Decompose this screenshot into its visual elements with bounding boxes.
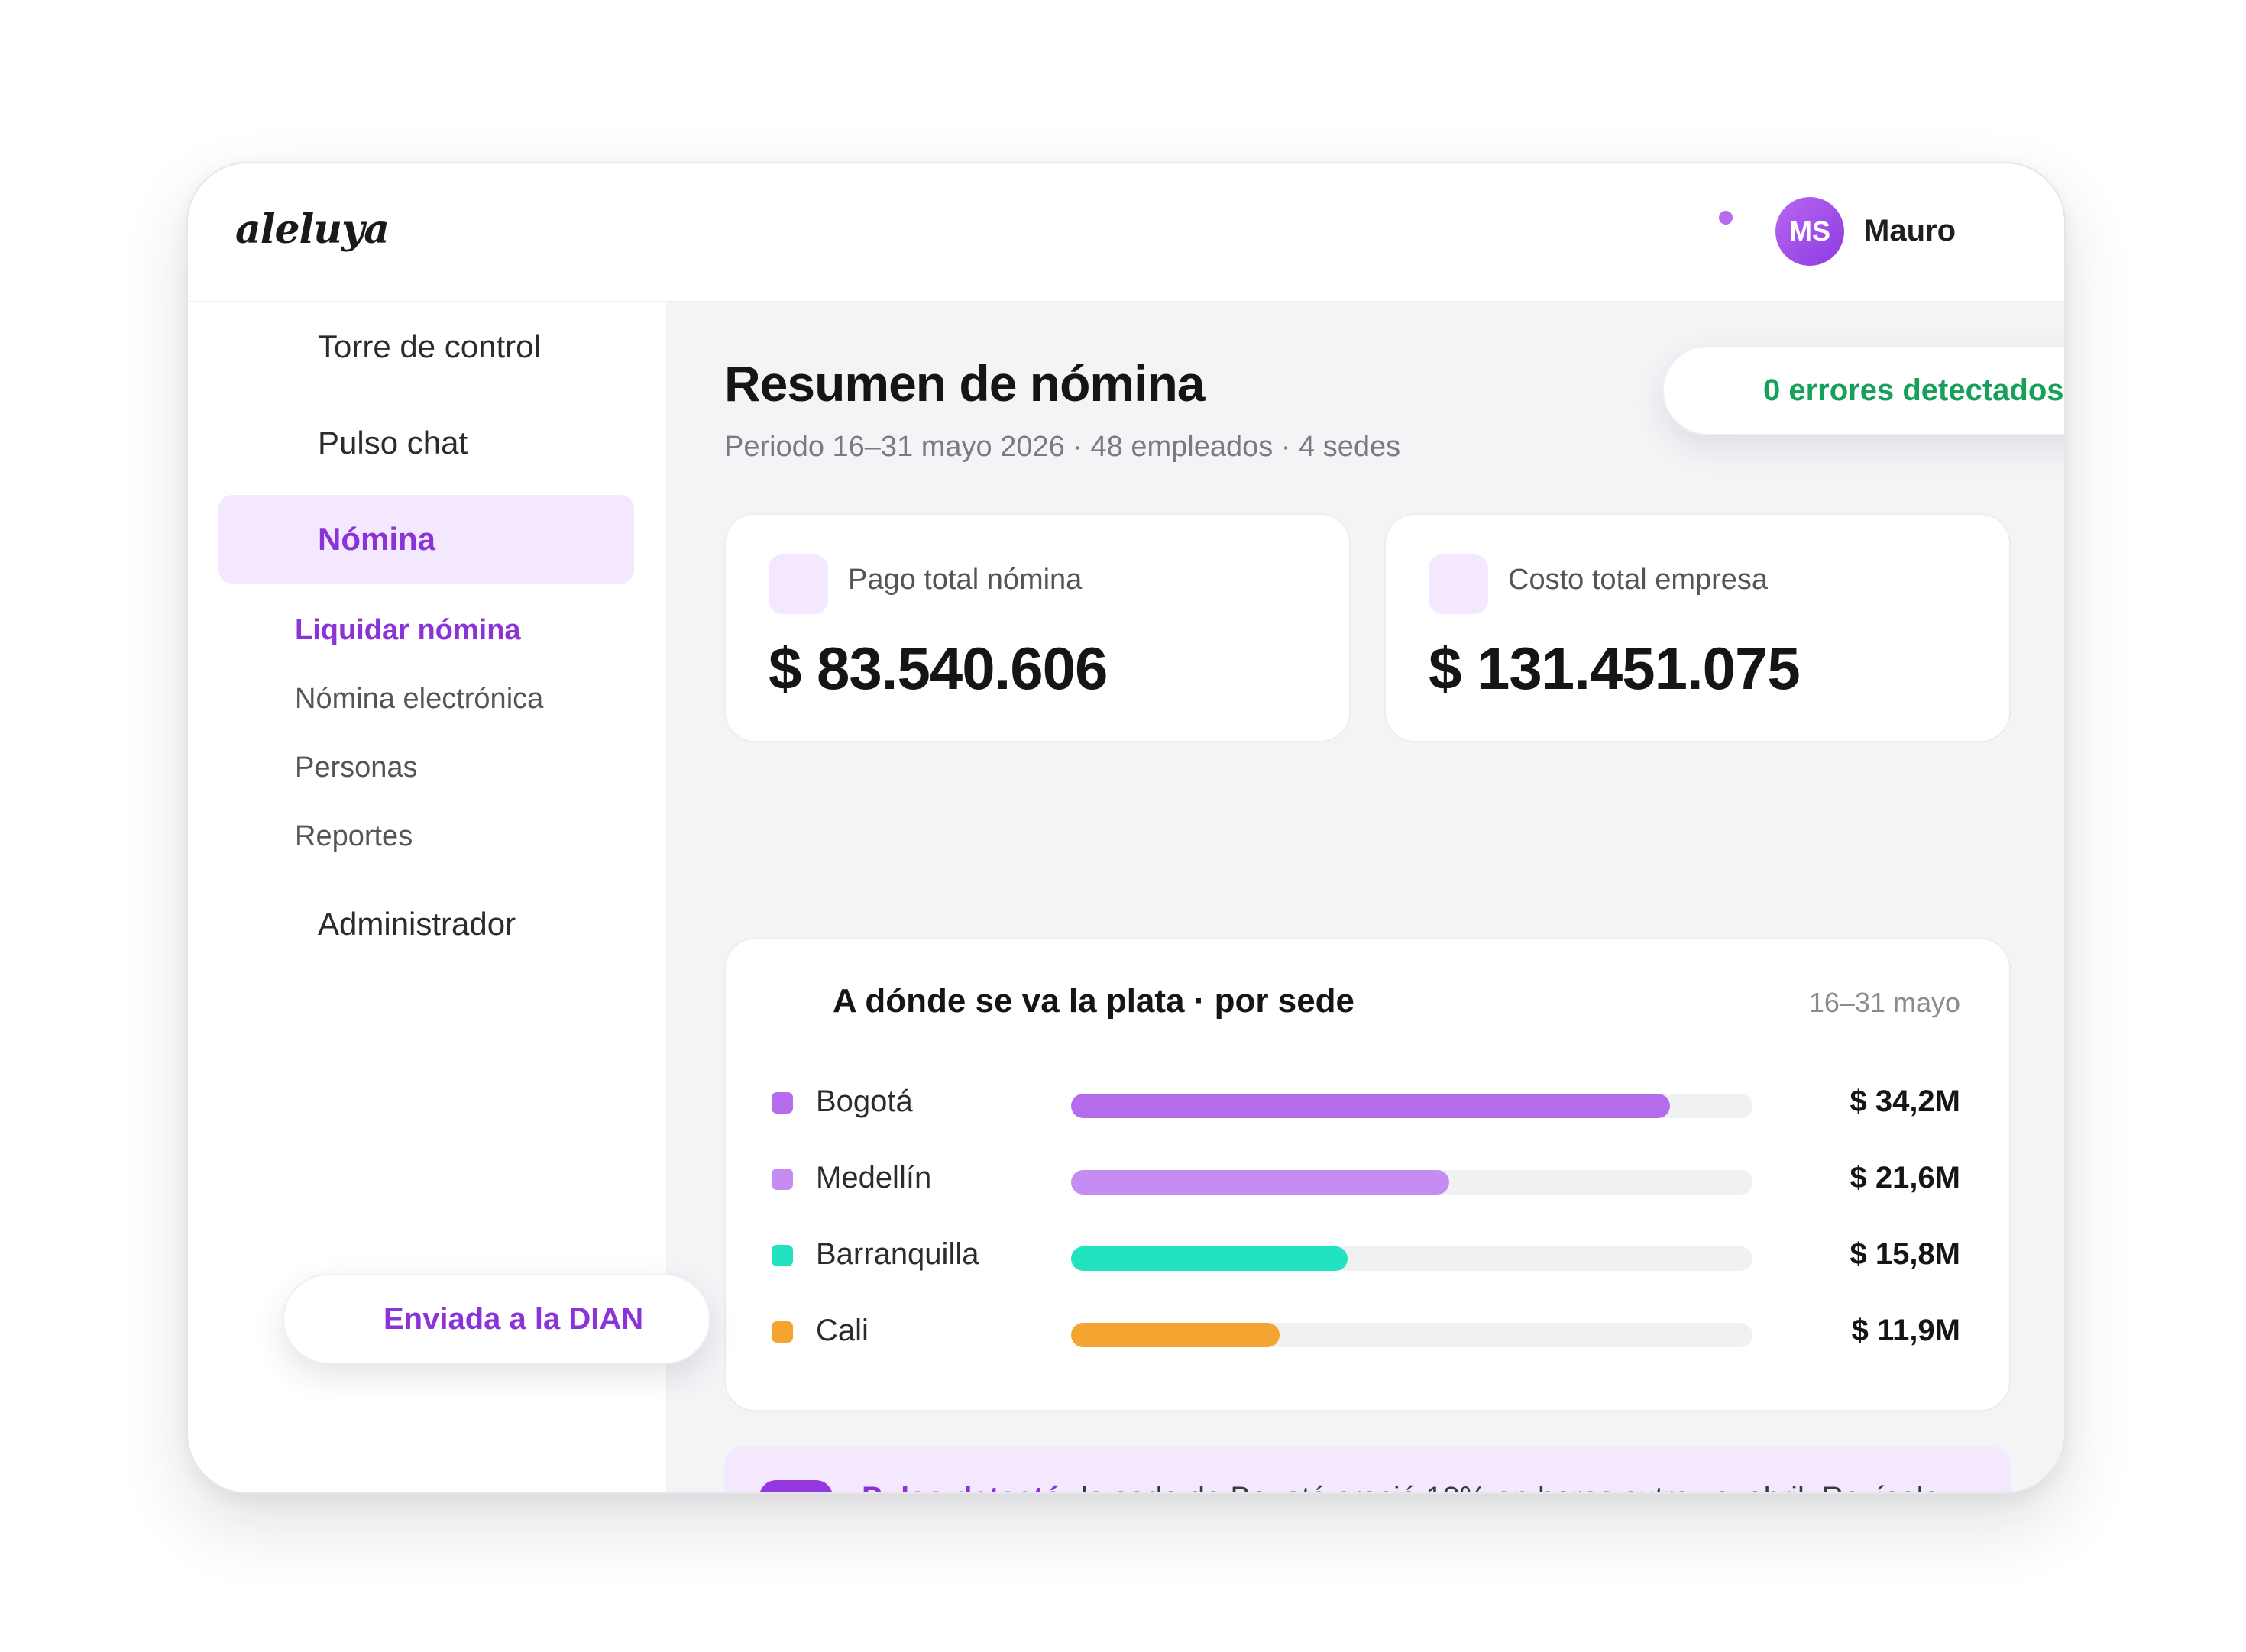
main-content: Resumen de nómina Periodo 16–31 mayo 202… xyxy=(666,302,2064,1492)
kpi-card-pago-total: Pago total nómina $ 83.540.606 xyxy=(724,513,1351,742)
top-bar: aleluya MS Mauro xyxy=(188,163,2064,302)
sede-amount: $ 21,6M xyxy=(1850,1161,1960,1195)
sede-bar-track xyxy=(1071,1094,1752,1118)
sede-amount: $ 15,8M xyxy=(1850,1237,1960,1271)
errors-status-badge: 0 errores detectados xyxy=(1662,345,2064,435)
sede-row: Bogotá $ 34,2M xyxy=(726,1080,2009,1126)
kpi-label: Costo total empresa xyxy=(1508,564,1769,596)
sede-card-period: 16–31 mayo xyxy=(1808,987,1960,1018)
sidebar-item-pulso-chat[interactable]: Pulso chat xyxy=(218,399,634,487)
app-window: aleluya MS Mauro Torre de control Pulso … xyxy=(186,162,2066,1494)
sede-breakdown-card: A dónde se va la plata · por sede 16–31 … xyxy=(724,938,2011,1411)
wallet-icon xyxy=(769,554,828,614)
sidebar-item-label: Administrador xyxy=(318,906,516,942)
sede-row: Cali $ 11,9M xyxy=(726,1309,2009,1355)
sede-name: Barranquilla xyxy=(816,1237,979,1271)
sidebar-item-torre-de-control[interactable]: Torre de control xyxy=(218,302,634,391)
dian-status-badge: Enviada a la DIAN xyxy=(283,1274,710,1364)
sede-color-swatch xyxy=(772,1245,793,1266)
sede-bar-fill xyxy=(1071,1094,1671,1118)
sidebar-item-label: Pulso chat xyxy=(318,425,468,461)
page-subtitle: Periodo 16–31 mayo 2026 · 48 empleados ·… xyxy=(724,431,1401,463)
sidebar-item-label: Nómina xyxy=(318,521,436,557)
sede-color-swatch xyxy=(772,1321,793,1343)
sede-name: Cali xyxy=(816,1314,869,1347)
sede-bar-track xyxy=(1071,1246,1752,1271)
sede-name: Medellín xyxy=(816,1161,932,1195)
sede-card-title: A dónde se va la plata · por sede xyxy=(833,982,1355,1020)
kpi-card-costo-total: Costo total empresa $ 131.451.075 xyxy=(1384,513,2011,742)
sidebar-subitem-nomina-electronica[interactable]: Nómina electrónica xyxy=(295,683,543,716)
alert-lead: Pulso detectó: xyxy=(862,1481,1073,1492)
app-logo[interactable]: aleluya xyxy=(235,206,390,253)
kpi-label: Pago total nómina xyxy=(848,564,1083,596)
sede-row: Medellín $ 21,6M xyxy=(726,1156,2009,1202)
pulso-alert: Pulso detectó: la sede de Bogotá creció … xyxy=(724,1447,2011,1492)
sidebar-subitem-reportes[interactable]: Reportes xyxy=(295,820,413,853)
sidebar-subitem-liquidar-nomina[interactable]: Liquidar nómina xyxy=(295,614,521,647)
sidebar-item-label: Torre de control xyxy=(318,328,541,364)
sede-bar-fill xyxy=(1071,1170,1450,1195)
sede-amount: $ 34,2M xyxy=(1850,1085,1960,1118)
building-icon xyxy=(1429,554,1488,614)
kpi-value: $ 131.451.075 xyxy=(1429,635,1801,702)
alert-message: Pulso detectó: la sede de Bogotá creció … xyxy=(862,1476,1962,1492)
sede-bar-track xyxy=(1071,1323,1752,1347)
user-name[interactable]: Mauro xyxy=(1864,214,1956,248)
user-avatar[interactable]: MS xyxy=(1775,197,1844,266)
sidebar-item-nomina[interactable]: Nómina xyxy=(218,495,634,584)
sede-bar-fill xyxy=(1071,1246,1348,1271)
sede-amount: $ 11,9M xyxy=(1851,1314,1960,1347)
notification-dot-icon[interactable] xyxy=(1719,211,1733,225)
sidebar-item-administrador[interactable]: Administrador xyxy=(218,880,634,968)
sidebar-subitem-personas[interactable]: Personas xyxy=(295,752,418,784)
sede-name: Bogotá xyxy=(816,1085,913,1118)
sede-color-swatch xyxy=(772,1169,793,1190)
sede-bar-fill xyxy=(1071,1323,1280,1347)
sede-bar-track xyxy=(1071,1170,1752,1195)
kpi-value: $ 83.540.606 xyxy=(769,635,1108,702)
pulso-icon xyxy=(759,1480,833,1492)
sede-row: Barranquilla $ 15,8M xyxy=(726,1233,2009,1279)
sede-color-swatch xyxy=(772,1092,793,1114)
page-title: Resumen de nómina xyxy=(724,355,1205,412)
